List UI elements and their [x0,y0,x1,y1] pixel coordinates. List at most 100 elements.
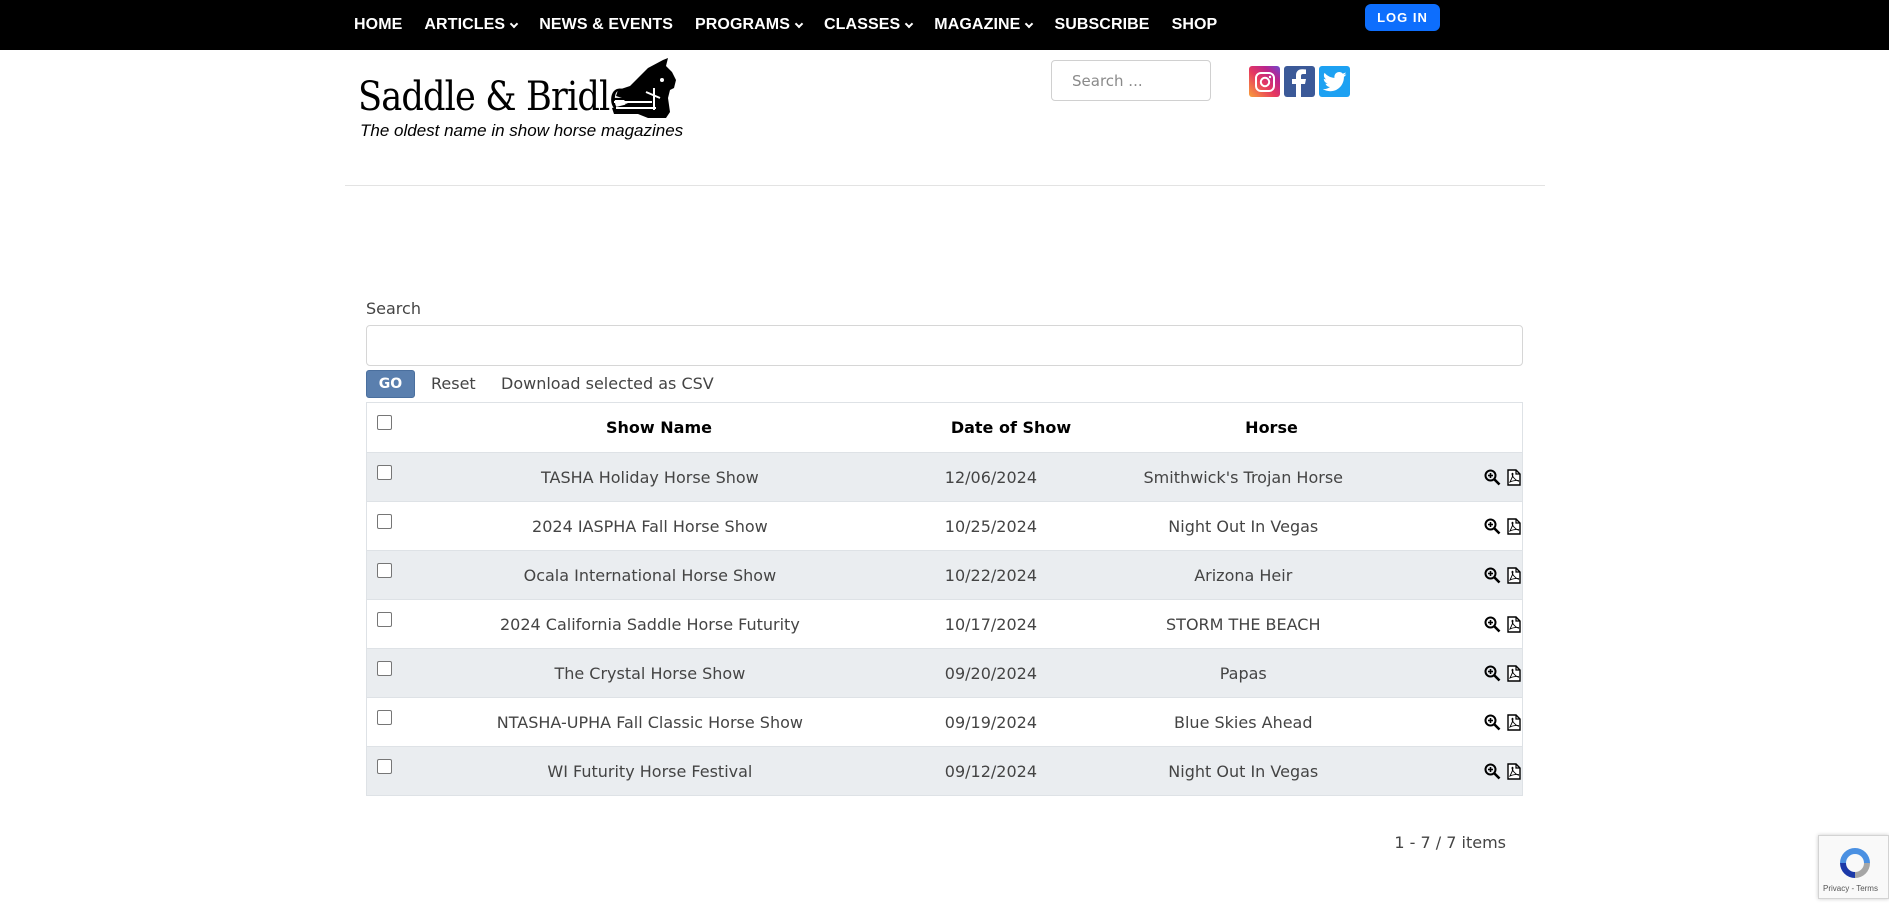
pdf-icon[interactable] [1505,762,1522,780]
nav-item-home[interactable]: HOME [354,16,402,34]
cell-show-name: NTASHA-UPHA Fall Classic Horse Show [496,712,803,732]
top-navbar: HOME ARTICLES NEWS & EVENTS PROGRAMS CLA… [0,0,1889,50]
nav-label: CLASSES [824,16,901,33]
zoom-in-icon[interactable] [1484,518,1501,535]
recaptcha-terms[interactable]: Privacy - Terms [1823,884,1878,893]
cell-show-name: The Crystal Horse Show [554,663,746,683]
go-button[interactable]: GO [366,370,415,398]
cell-horse: Arizona Heir [1194,565,1293,585]
chevron-down-icon [905,19,914,28]
table-row: TASHA Holiday Horse Show 12/06/2024 Smithw… [367,452,1522,501]
header-divider [345,185,1545,186]
zoom-in-icon[interactable] [1484,469,1501,486]
cell-date: 12/06/2024 [944,467,1037,487]
cell-show-name: 2024 California Saddle Horse Futurity [499,614,800,634]
row-checkbox[interactable] [377,563,392,578]
search-input[interactable] [366,325,1523,366]
cell-date: 10/17/2024 [944,614,1037,634]
nav-item-articles[interactable]: ARTICLES [424,16,519,34]
row-checkbox[interactable] [377,465,392,480]
chevron-down-icon [509,19,519,28]
pager-info: 1 - 7 / 7 items [1394,833,1506,852]
row-checkbox[interactable] [377,661,392,676]
recaptcha-icon [1840,848,1870,878]
pdf-icon[interactable] [1505,468,1522,486]
row-select-cell [367,600,414,648]
table-row: 2024 IASPHA Fall Horse Show 10/25/2024 Nig… [367,501,1522,550]
select-all-checkbox[interactable] [377,415,392,430]
pdf-icon[interactable] [1505,517,1522,535]
site-search-input[interactable] [1051,60,1211,101]
table-row: NTASHA-UPHA Fall Classic Horse Show 09/19… [367,697,1522,746]
nav-item-programs[interactable]: PROGRAMS [694,16,804,34]
cell-show-name: Ocala International Horse Show [523,565,777,585]
pdf-icon[interactable] [1505,664,1522,682]
chevron-down-icon [1025,19,1034,28]
login-button[interactable]: LOG IN [1365,4,1440,31]
row-select-cell [367,551,414,599]
horse-head-icon [612,58,676,118]
row-checkbox[interactable] [377,759,392,774]
pdf-icon[interactable] [1505,615,1522,633]
cell-actions [1391,762,1522,780]
cell-horse: STORM THE BEACH [1166,614,1321,634]
column-header-date[interactable]: Date of Show [903,418,1119,437]
search-label: Search [366,299,421,318]
zoom-in-icon[interactable] [1484,665,1501,682]
cell-show-name: TASHA Holiday Horse Show [541,467,759,487]
row-checkbox[interactable] [377,710,392,725]
nav-item-news-events[interactable]: NEWS & EVENTS [539,16,673,34]
row-checkbox[interactable] [377,612,392,627]
zoom-in-icon[interactable] [1484,714,1501,731]
zoom-in-icon[interactable] [1484,763,1501,780]
nav-item-classes[interactable]: CLASSES [824,16,914,34]
nav-item-magazine[interactable]: MAGAZINE [934,16,1034,34]
row-select-cell [367,747,414,795]
table-header-row: Show Name Date of Show Horse [367,403,1522,452]
cell-date: 10/22/2024 [944,565,1037,585]
cell-date: 09/20/2024 [944,663,1037,683]
nav-label: SUBSCRIBE [1054,16,1150,33]
cell-actions [1391,664,1522,682]
download-csv-button[interactable]: Download selected as CSV [501,374,714,393]
cell-actions [1391,517,1522,535]
pdf-icon[interactable] [1505,713,1522,731]
table-row: 2024 California Saddle Horse Futurity 10/… [367,599,1522,648]
table-row: WI Futurity Horse Festival 09/12/2024 Nigh… [367,746,1522,795]
reset-button[interactable]: Reset [431,374,476,393]
table-row: Ocala International Horse Show 10/22/2024… [367,550,1522,599]
column-header-show-name[interactable]: Show Name [415,418,903,437]
cell-actions [1391,566,1522,584]
nav-label: NEWS & EVENTS [539,16,673,33]
zoom-in-icon[interactable] [1484,567,1501,584]
instagram-icon[interactable] [1249,66,1280,97]
row-checkbox[interactable] [377,514,392,529]
cell-date: 09/19/2024 [944,712,1037,732]
cell-actions [1391,713,1522,731]
facebook-icon[interactable] [1284,66,1315,97]
results-table: Show Name Date of Show Horse TASHA Holid… [366,402,1523,796]
pdf-icon[interactable] [1505,566,1522,584]
row-select-cell [367,502,414,550]
site-logo[interactable]: Saddle & Bridle The oldest name in show … [358,58,683,144]
main-nav: HOME ARTICLES NEWS & EVENTS PROGRAMS CLA… [354,0,1239,50]
row-select-cell [367,453,414,501]
cell-horse: Smithwick's Trojan Horse [1143,467,1344,487]
recaptcha-badge[interactable]: Privacy - Terms [1818,835,1889,899]
cell-date: 10/25/2024 [944,516,1037,536]
chevron-down-icon [794,19,804,28]
cell-horse: Papas [1219,663,1267,683]
nav-label: MAGAZINE [934,16,1021,33]
nav-item-subscribe[interactable]: SUBSCRIBE [1054,16,1149,34]
row-select-cell [367,698,414,746]
table-row: The Crystal Horse Show 09/20/2024 Papas [367,648,1522,697]
nav-item-shop[interactable]: SHOP [1172,16,1218,34]
twitter-icon[interactable] [1319,66,1350,97]
table-body: TASHA Holiday Horse Show 12/06/2024 Smithw… [367,452,1522,795]
nav-label: HOME [354,16,403,33]
zoom-in-icon[interactable] [1484,616,1501,633]
column-header-horse[interactable]: Horse [1119,418,1424,437]
cell-date: 09/12/2024 [944,761,1037,781]
nav-label: PROGRAMS [694,16,791,33]
cell-show-name: 2024 IASPHA Fall Horse Show [532,516,768,536]
